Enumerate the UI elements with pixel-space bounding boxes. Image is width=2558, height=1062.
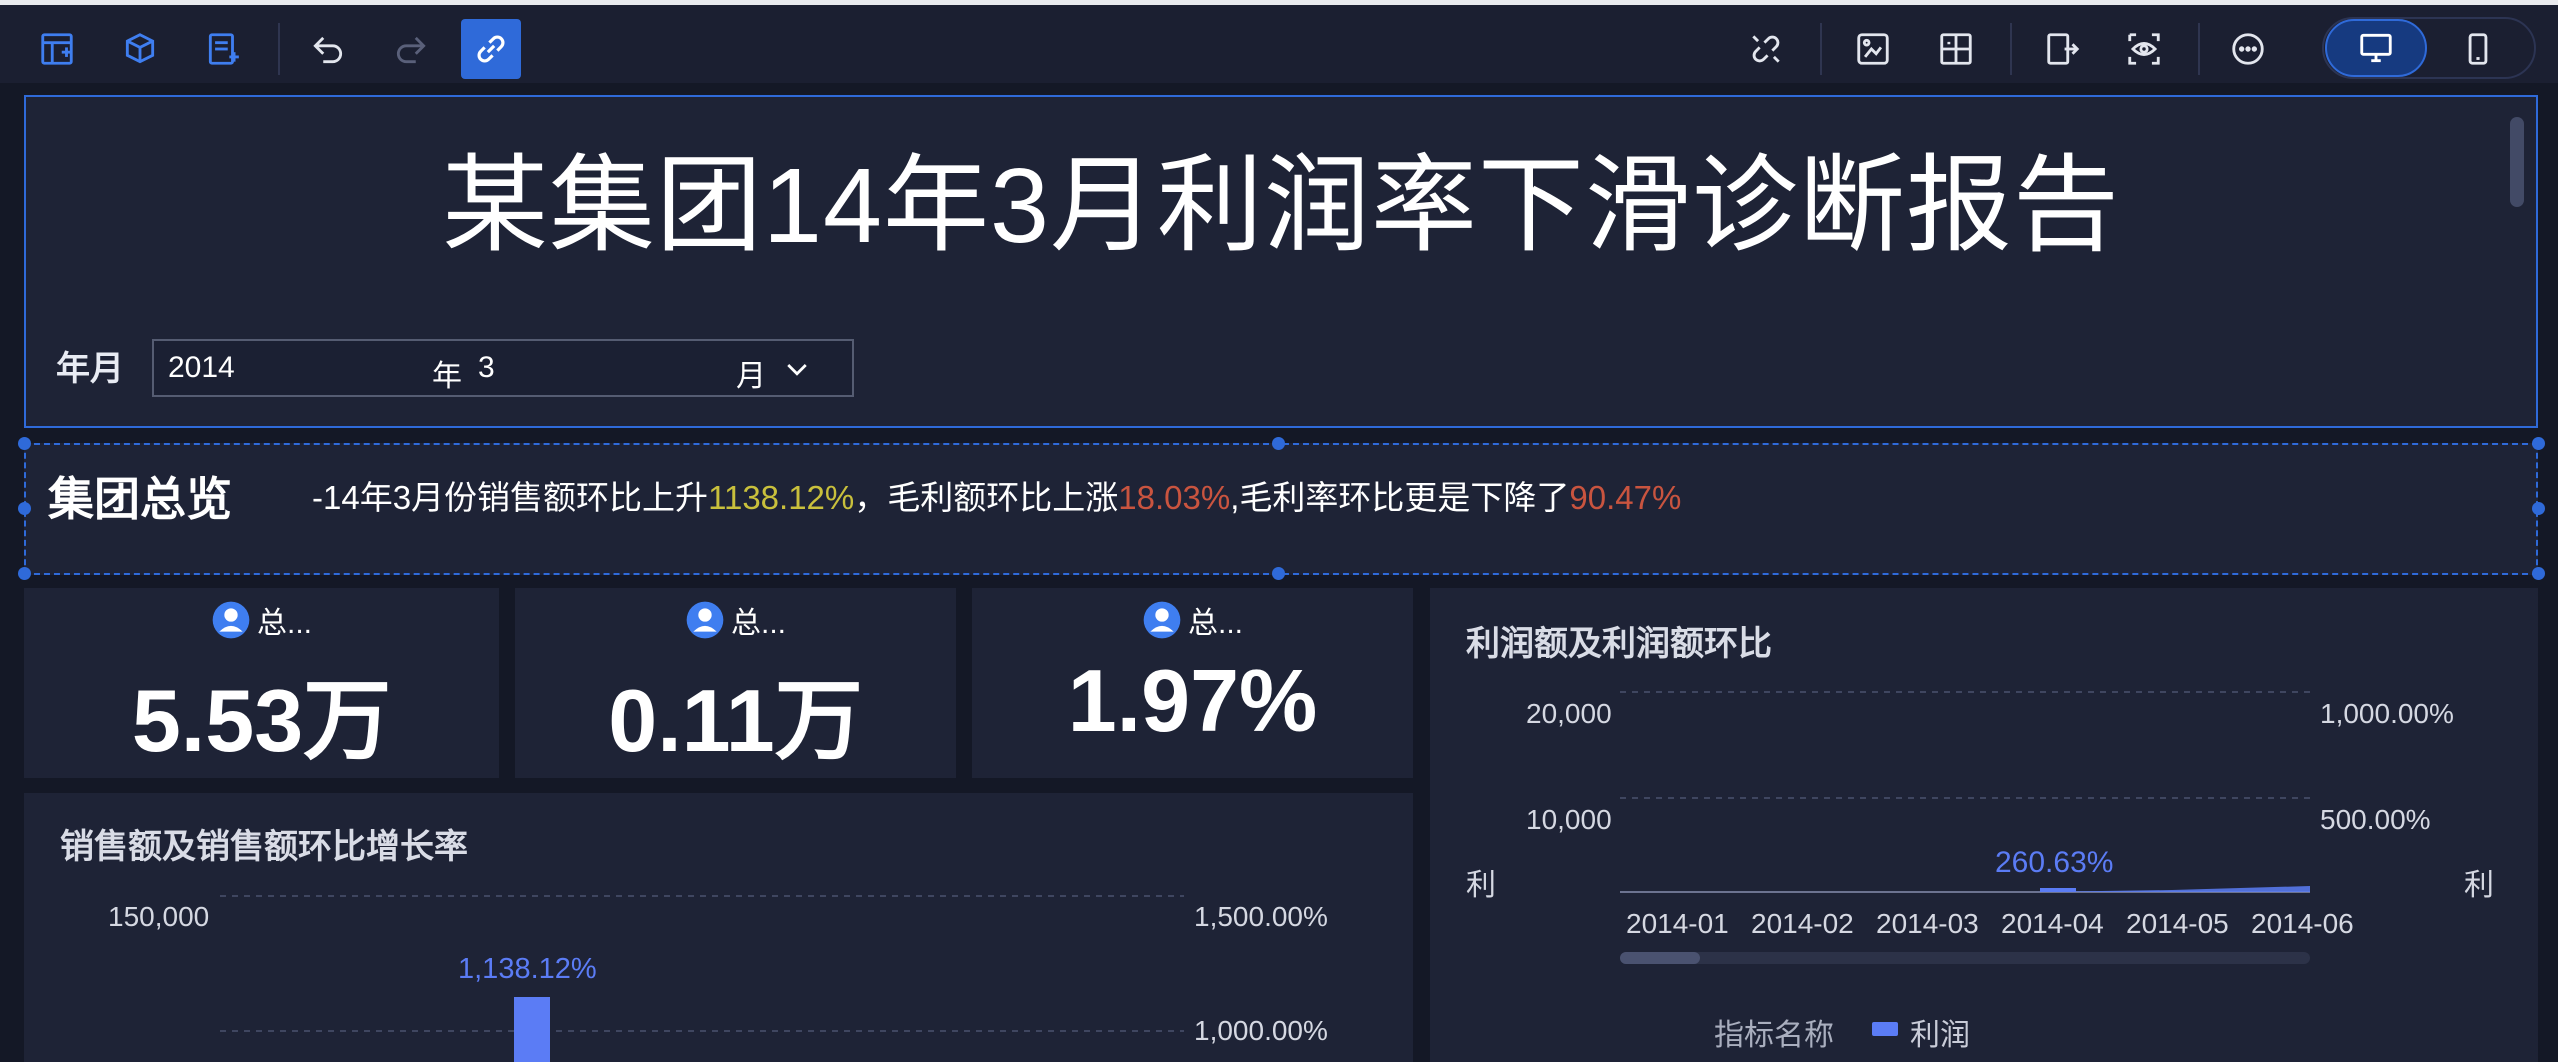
summary-value: 90.47% <box>1569 479 1682 516</box>
resize-handle[interactable] <box>2532 567 2545 580</box>
kpi-value: 1.97% <box>1067 651 1318 750</box>
header-panel[interactable]: 某集团14年3月利润率下滑诊断报告 年月 2014 年 3 月 <box>24 95 2538 428</box>
data-label: 1,138.12% <box>458 953 597 985</box>
year-unit: 年 <box>432 360 462 393</box>
link-icon[interactable] <box>461 19 521 79</box>
kpi-label: 总... <box>256 607 312 640</box>
profit-chart <box>1620 691 2310 1036</box>
year-value: 2014 <box>168 351 235 384</box>
mobile-icon[interactable] <box>2448 19 2508 79</box>
legend-swatch <box>1872 1022 1898 1036</box>
add-cube-icon[interactable] <box>110 19 170 79</box>
legend-title: 指标名称 <box>1714 1019 1834 1052</box>
x-tick-label: 2014-05 <box>2126 908 2229 939</box>
year-month-picker[interactable]: 2014 年 3 月 <box>152 339 854 397</box>
x-tick-label: 2014-02 <box>1751 908 1854 939</box>
kpi-card-sales[interactable]: 总... 5.53万 <box>24 588 499 778</box>
toolbar-divider <box>278 23 280 75</box>
resize-handle[interactable] <box>2532 502 2545 515</box>
chart-marker <box>2040 888 2076 892</box>
overview-summary: -14年3月份销售额环比上升1138.12%，毛利额环比上涨18.03%,毛利率… <box>312 471 1681 519</box>
summary-value: 18.03% <box>1118 479 1231 516</box>
data-label: 260.63% <box>1995 846 2114 879</box>
user-icon <box>686 601 724 639</box>
unlink-icon[interactable] <box>1736 19 1796 79</box>
add-report-icon[interactable] <box>193 19 253 79</box>
kpi-label: 总... <box>1187 607 1243 640</box>
resize-handle[interactable] <box>2532 437 2545 450</box>
kpi-value: 5.53万 <box>131 671 392 770</box>
toolbar-divider <box>2010 23 2012 75</box>
kpi-label: 总... <box>730 607 786 640</box>
user-icon <box>212 601 250 639</box>
grid-icon[interactable] <box>1926 19 1986 79</box>
redo-icon[interactable] <box>381 19 441 79</box>
scrollbar-thumb[interactable] <box>1620 952 1700 964</box>
toolbar-divider <box>1820 23 1822 75</box>
month-value: 3 <box>478 351 495 384</box>
kpi-header: 总... <box>515 598 956 642</box>
summary-value: 1138.12% <box>708 479 855 516</box>
summary-text: ,毛利率环比更是下降了 <box>1230 479 1570 516</box>
x-tick-label: 2014-04 <box>2001 908 2104 939</box>
page-title: 某集团14年3月利润率下滑诊断报告 <box>442 147 2120 265</box>
filter-label: 年月 <box>56 350 124 388</box>
undo-icon[interactable] <box>298 19 358 79</box>
chevron-down-icon[interactable] <box>782 355 812 385</box>
resize-handle[interactable] <box>18 567 31 580</box>
user-icon <box>1143 601 1181 639</box>
sales-chart-panel[interactable]: 销售额及销售额环比增长率 150,000 1,500.00% 1,000.00%… <box>24 793 1413 1062</box>
month-unit: 月 <box>736 360 766 393</box>
image-edit-icon[interactable] <box>1843 19 1903 79</box>
export-icon[interactable] <box>2033 19 2093 79</box>
overview-title: 集团总览 <box>48 473 232 525</box>
kpi-header: 总... <box>972 598 1413 642</box>
x-tick-label: 2014-01 <box>1626 908 1729 939</box>
add-component-icon[interactable] <box>27 19 87 79</box>
chart-bar[interactable] <box>514 997 550 1062</box>
summary-text: -14年3月份销售额环比上升 <box>312 479 709 516</box>
editor-toolbar <box>0 5 2558 83</box>
resize-handle[interactable] <box>1272 567 1285 580</box>
overview-panel[interactable]: 集团总览 -14年3月份销售额环比上升1138.12%，毛利额环比上涨18.03… <box>24 443 2538 575</box>
desktop-icon[interactable] <box>2325 19 2427 77</box>
summary-text: ，毛利额环比上涨 <box>854 479 1119 516</box>
vertical-scrollbar[interactable] <box>2510 117 2524 207</box>
kpi-header: 总... <box>24 598 499 642</box>
profit-chart-panel[interactable]: 利润额及利润额环比 20,000 10,000 1,000.00% 500.00… <box>1430 588 2538 1062</box>
resize-handle[interactable] <box>18 437 31 450</box>
kpi-card-margin[interactable]: 总... 1.97% <box>972 588 1413 778</box>
x-tick-label: 2014-03 <box>1876 908 1979 939</box>
resize-handle[interactable] <box>1272 437 1285 450</box>
kpi-value: 0.11万 <box>608 671 863 770</box>
x-tick-label: 2014-06 <box>2251 908 2354 939</box>
resize-handle[interactable] <box>18 502 31 515</box>
toolbar-divider <box>2198 23 2200 75</box>
more-icon[interactable] <box>2218 19 2278 79</box>
horizontal-scrollbar[interactable] <box>1620 952 2310 964</box>
kpi-card-gross-profit[interactable]: 总... 0.11万 <box>515 588 956 778</box>
preview-icon[interactable] <box>2114 19 2174 79</box>
sales-chart <box>220 895 1184 1062</box>
legend-item[interactable]: 利润 <box>1910 1010 1970 1054</box>
